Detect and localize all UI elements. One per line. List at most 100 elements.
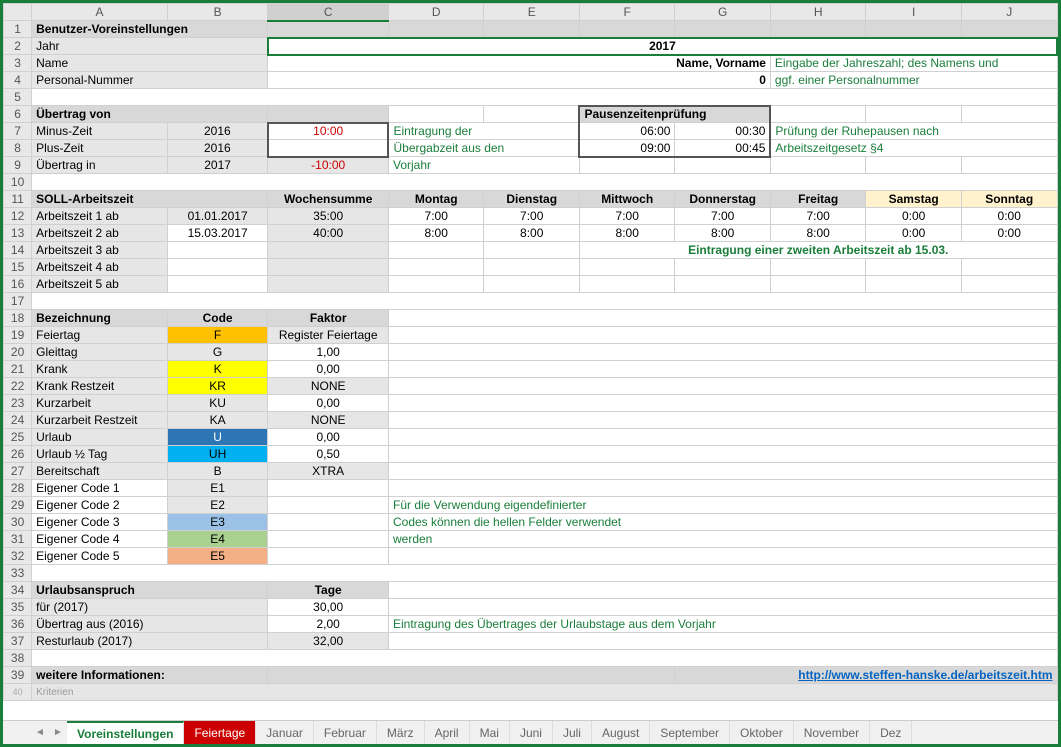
- cell[interactable]: Donnerstag: [675, 191, 770, 208]
- tab-november[interactable]: November: [794, 721, 870, 744]
- cell[interactable]: Übertrag in: [32, 157, 168, 174]
- row-6[interactable]: 6: [4, 106, 32, 123]
- row-3[interactable]: 3: [4, 55, 32, 72]
- col-A[interactable]: A: [32, 4, 168, 21]
- tab-januar[interactable]: Januar: [256, 721, 314, 744]
- cell[interactable]: 00:30: [675, 123, 770, 140]
- row-12[interactable]: 12: [4, 208, 32, 225]
- cell[interactable]: 06:00: [579, 123, 674, 140]
- row-22[interactable]: 22: [4, 378, 32, 395]
- col-B[interactable]: B: [167, 4, 268, 21]
- cell[interactable]: Montag: [388, 191, 483, 208]
- cell[interactable]: Samstag: [866, 191, 961, 208]
- cell[interactable]: 10:00: [268, 123, 389, 140]
- row-16[interactable]: 16: [4, 276, 32, 293]
- row-13[interactable]: 13: [4, 225, 32, 242]
- cell[interactable]: Sonntag: [961, 191, 1057, 208]
- row-8[interactable]: 8: [4, 140, 32, 157]
- row-27[interactable]: 27: [4, 463, 32, 480]
- cell[interactable]: Name: [32, 55, 268, 72]
- cell[interactable]: Dienstag: [484, 191, 579, 208]
- tab-april[interactable]: April: [425, 721, 470, 744]
- cell[interactable]: 2016: [167, 123, 268, 140]
- cell[interactable]: Übertrag von: [32, 106, 268, 123]
- row-25[interactable]: 25: [4, 429, 32, 446]
- row-33[interactable]: 33: [4, 565, 32, 582]
- tab-maerz[interactable]: März: [377, 721, 425, 744]
- row-24[interactable]: 24: [4, 412, 32, 429]
- row-18[interactable]: 18: [4, 310, 32, 327]
- row-11[interactable]: 11: [4, 191, 32, 208]
- tab-september[interactable]: September: [650, 721, 730, 744]
- col-H[interactable]: H: [770, 4, 865, 21]
- cell[interactable]: -10:00: [268, 157, 389, 174]
- cell[interactable]: Minus-Zeit: [32, 123, 168, 140]
- col-C[interactable]: C: [268, 4, 389, 21]
- row-34[interactable]: 34: [4, 582, 32, 599]
- cell[interactable]: Pausenzeitenprüfung: [579, 106, 770, 123]
- select-all-corner[interactable]: [4, 4, 32, 21]
- col-F[interactable]: F: [579, 4, 674, 21]
- cell[interactable]: Arbeitszeit 2 ab: [32, 225, 168, 242]
- tab-voreinstellungen[interactable]: Voreinstellungen: [67, 721, 184, 744]
- col-D[interactable]: D: [388, 4, 483, 21]
- tab-februar[interactable]: Februar: [314, 721, 377, 744]
- row-36[interactable]: 36: [4, 616, 32, 633]
- row-31[interactable]: 31: [4, 531, 32, 548]
- tab-august[interactable]: August: [592, 721, 650, 744]
- cell[interactable]: 09:00: [579, 140, 674, 157]
- spreadsheet-grid[interactable]: A B C D E F G H I J 1 Benutzer-Voreinste…: [3, 3, 1058, 701]
- cell-year[interactable]: 2017: [268, 38, 1057, 55]
- row-2[interactable]: 2: [4, 38, 32, 55]
- row-7[interactable]: 7: [4, 123, 32, 140]
- col-G[interactable]: G: [675, 4, 770, 21]
- cell[interactable]: SOLL-Arbeitszeit: [32, 191, 268, 208]
- row-9[interactable]: 9: [4, 157, 32, 174]
- cell[interactable]: Mittwoch: [579, 191, 674, 208]
- cell[interactable]: Plus-Zeit: [32, 140, 168, 157]
- row-37[interactable]: 37: [4, 633, 32, 650]
- cell[interactable]: Benutzer-Voreinstellungen: [32, 21, 268, 38]
- sheet-tabs[interactable]: ◄ ► Voreinstellungen Feiertage Januar Fe…: [3, 720, 1058, 744]
- row-21[interactable]: 21: [4, 361, 32, 378]
- row-40[interactable]: 40: [4, 684, 32, 701]
- cell[interactable]: [268, 140, 389, 157]
- row-20[interactable]: 20: [4, 344, 32, 361]
- cell[interactable]: Freitag: [770, 191, 865, 208]
- row-4[interactable]: 4: [4, 72, 32, 89]
- tab-oktober[interactable]: Oktober: [730, 721, 794, 744]
- cell[interactable]: Arbeitszeit 1 ab: [32, 208, 168, 225]
- row-17[interactable]: 17: [4, 293, 32, 310]
- cell[interactable]: Jahr: [32, 38, 268, 55]
- row-35[interactable]: 35: [4, 599, 32, 616]
- row-14[interactable]: 14: [4, 242, 32, 259]
- cell[interactable]: Personal-Nummer: [32, 72, 268, 89]
- row-1[interactable]: 1: [4, 21, 32, 38]
- tab-scroll-right[interactable]: ►: [49, 721, 67, 744]
- row-19[interactable]: 19: [4, 327, 32, 344]
- col-E[interactable]: E: [484, 4, 579, 21]
- tab-scroll-left[interactable]: ◄: [31, 721, 49, 744]
- row-15[interactable]: 15: [4, 259, 32, 276]
- row-32[interactable]: 32: [4, 548, 32, 565]
- cell[interactable]: 2017: [167, 157, 268, 174]
- cell[interactable]: 01.01.2017: [167, 208, 268, 225]
- row-29[interactable]: 29: [4, 497, 32, 514]
- tab-feiertage[interactable]: Feiertage: [184, 721, 256, 744]
- row-10[interactable]: 10: [4, 174, 32, 191]
- col-I[interactable]: I: [866, 4, 961, 21]
- row-38[interactable]: 38: [4, 650, 32, 667]
- cell[interactable]: Name, Vorname: [268, 55, 771, 72]
- tab-juli[interactable]: Juli: [553, 721, 592, 744]
- tab-mai[interactable]: Mai: [470, 721, 510, 744]
- cell[interactable]: Wochensumme: [268, 191, 389, 208]
- info-link[interactable]: http://www.steffen-hanske.de/arbeitszeit…: [675, 667, 1057, 684]
- row-28[interactable]: 28: [4, 480, 32, 497]
- col-J[interactable]: J: [961, 4, 1057, 21]
- row-30[interactable]: 30: [4, 514, 32, 531]
- row-26[interactable]: 26: [4, 446, 32, 463]
- cell[interactable]: 0: [268, 72, 771, 89]
- row-5[interactable]: 5: [4, 89, 32, 106]
- tab-dezember[interactable]: Dez: [870, 721, 912, 744]
- cell[interactable]: 00:45: [675, 140, 770, 157]
